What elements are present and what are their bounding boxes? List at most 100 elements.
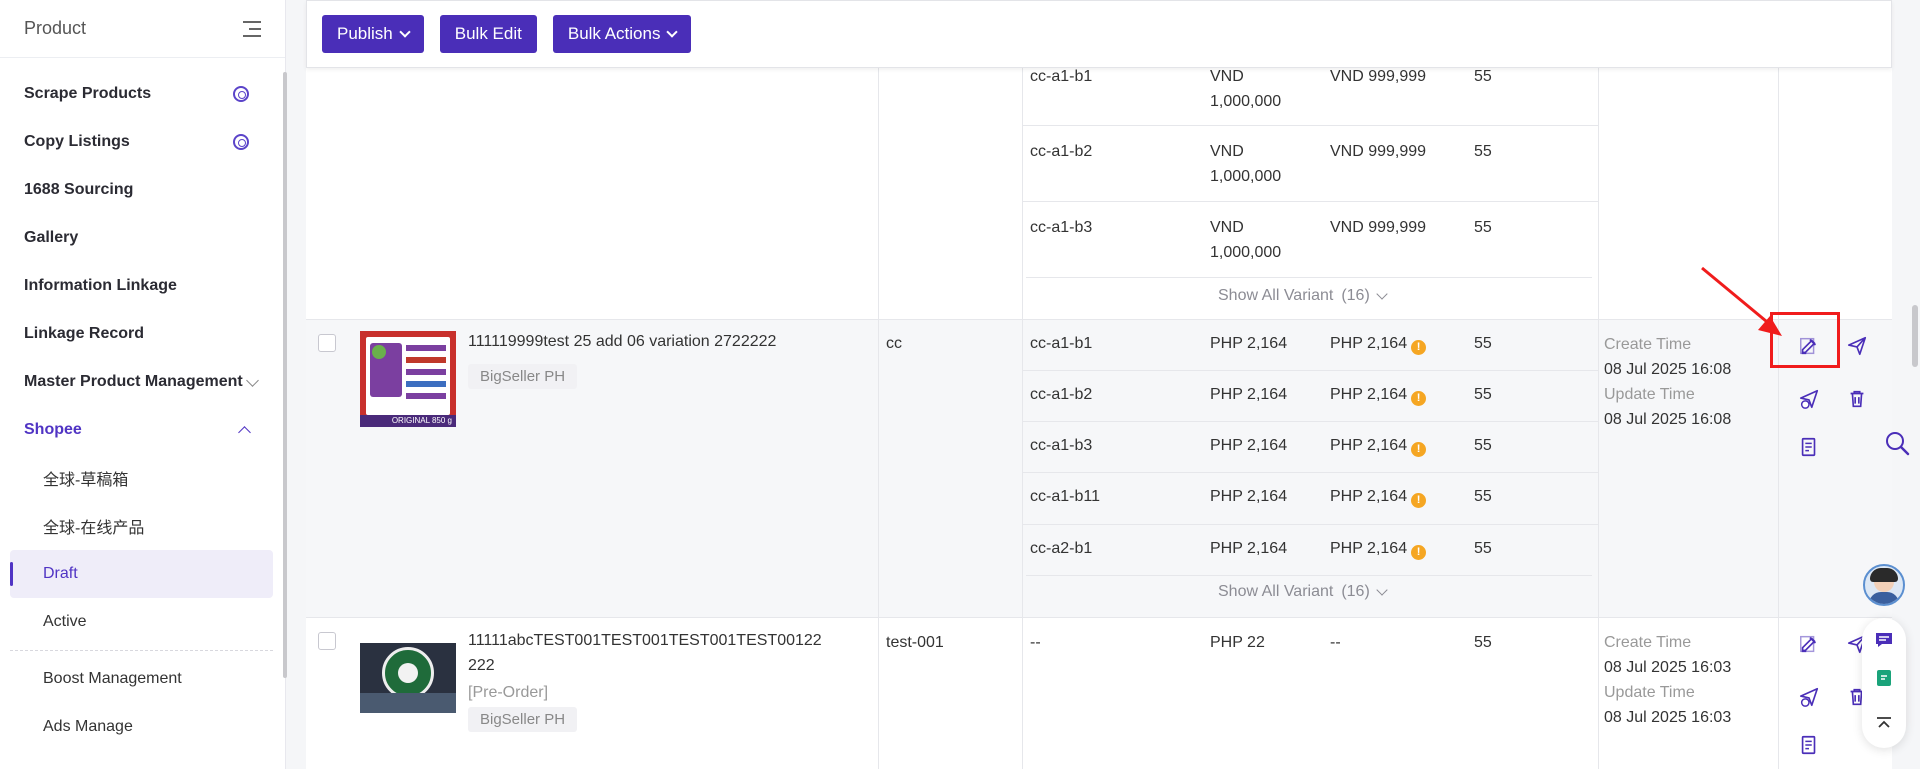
variant-sku: cc-a1-b3: [1030, 437, 1093, 454]
product-title-line1[interactable]: 11111abcTEST001TEST001TEST001TEST00122: [468, 628, 822, 653]
warning-icon[interactable]: !: [1411, 442, 1427, 457]
support-avatar[interactable]: [1863, 564, 1905, 606]
sidebar-item-gallery[interactable]: Gallery: [0, 214, 285, 262]
floating-tools: [1862, 618, 1906, 748]
variant-price: PHP 2,164: [1210, 335, 1288, 352]
sidebar-item-information-linkage[interactable]: Information Linkage: [0, 262, 285, 310]
product-image[interactable]: ORIGINAL 850 g: [360, 331, 456, 427]
image-banner-text: ORIGINAL 850 g: [360, 415, 456, 427]
variant-stock: 55: [1474, 335, 1492, 352]
publish-button[interactable]: Publish: [322, 15, 424, 53]
variant-stock: 55: [1474, 143, 1492, 160]
scheduled-publish-icon[interactable]: [1798, 388, 1820, 410]
row-divider: [1022, 421, 1598, 422]
gear-icon[interactable]: [233, 134, 249, 150]
sidebar-item-master-product-management[interactable]: Master Product Management: [0, 358, 285, 406]
row-divider: [1026, 277, 1592, 278]
nav-label: 1688 Sourcing: [24, 181, 134, 198]
variant-count: (16): [1341, 583, 1370, 600]
row-checkbox[interactable]: [318, 632, 336, 650]
row-divider: [1022, 125, 1598, 126]
store-tag: BigSeller PH: [468, 707, 578, 732]
store-tag: BigSeller PH: [468, 364, 578, 389]
col-divider: [1598, 0, 1599, 769]
row-checkbox[interactable]: [318, 334, 336, 352]
product-image[interactable]: [360, 643, 456, 713]
variant-count: (16): [1341, 287, 1370, 304]
variant-sku: cc-a1-b2: [1030, 143, 1093, 160]
sidebar-nav: Scrape Products Copy Listings 1688 Sourc…: [0, 58, 285, 751]
price-value: PHP 2,164: [1330, 386, 1408, 403]
collapse-menu-icon[interactable]: [241, 20, 261, 37]
variant-price: VND: [1210, 219, 1244, 236]
product-table: cc-a1-b1 VND 1,000,000 VND 999,999 55 cc…: [306, 0, 1892, 769]
search-icon[interactable]: [1884, 430, 1910, 456]
delete-icon[interactable]: [1846, 388, 1868, 410]
variant-sku: --: [1030, 634, 1041, 651]
sidebar-subitem-global-draft[interactable]: 全球-草稿箱: [0, 454, 285, 502]
back-to-top-icon[interactable]: [1874, 714, 1894, 734]
product-title-line2[interactable]: 222: [468, 653, 495, 678]
warning-icon[interactable]: !: [1411, 340, 1427, 355]
sidebar-item-scrape-products[interactable]: Scrape Products: [0, 70, 285, 118]
chat-icon[interactable]: [1874, 630, 1894, 650]
create-time-value: 08 Jul 2025 16:03: [1604, 659, 1732, 676]
row-divider: [306, 319, 1892, 320]
show-all-label: Show All Variant: [1218, 583, 1334, 600]
sidebar-subitem-global-active[interactable]: 全球-在线产品: [0, 502, 285, 550]
sidebar-subitem-active[interactable]: Active: [0, 598, 285, 646]
row-divider: [1022, 370, 1598, 371]
sidebar-subitem-ads-manage[interactable]: Ads Manage: [0, 703, 285, 751]
variant-sku: cc-a1-b2: [1030, 386, 1093, 403]
col-divider: [1778, 0, 1779, 769]
variant-stock: 55: [1474, 437, 1492, 454]
row-divider: [306, 617, 1892, 618]
variant-sku: cc-a1-b3: [1030, 219, 1093, 236]
bulk-edit-button[interactable]: Bulk Edit: [439, 15, 537, 53]
nav-label: Linkage Record: [24, 325, 145, 342]
sidebar-scrollbar[interactable]: [283, 72, 287, 678]
publish-icon[interactable]: [1846, 335, 1868, 357]
show-all-variant-link[interactable]: Show All Variant (16): [1218, 583, 1388, 601]
sidebar-item-shopee[interactable]: Shopee: [0, 406, 285, 454]
variant-sale-price: PHP 2,164!: [1330, 484, 1427, 509]
toolbar: Publish Bulk Edit Bulk Actions: [306, 0, 1892, 68]
variant-sale-price: PHP 2,164!: [1330, 382, 1427, 407]
warning-icon[interactable]: !: [1411, 545, 1427, 560]
gear-icon[interactable]: [233, 86, 249, 102]
nav-label: Scrape Products: [24, 85, 152, 102]
bulk-actions-button[interactable]: Bulk Actions: [552, 15, 692, 53]
update-time-label: Update Time: [1604, 386, 1695, 403]
variant-price: PHP 2,164: [1210, 386, 1288, 403]
log-icon[interactable]: [1798, 734, 1820, 756]
edit-icon[interactable]: [1798, 633, 1820, 655]
variant-stock: 55: [1474, 540, 1492, 557]
chevron-down-icon: [1376, 583, 1388, 596]
sidebar-item-1688-sourcing[interactable]: 1688 Sourcing: [0, 166, 285, 214]
show-all-variant-link[interactable]: Show All Variant (16): [1218, 287, 1388, 305]
sidebar-subitem-boost-management[interactable]: Boost Management: [0, 655, 285, 703]
warning-icon[interactable]: !: [1411, 493, 1427, 508]
variant-price: 1,000,000: [1210, 168, 1282, 185]
warning-icon[interactable]: !: [1411, 391, 1427, 406]
create-time-label: Create Time: [1604, 336, 1692, 353]
scheduled-publish-icon[interactable]: [1798, 686, 1820, 708]
row-divider: [1022, 472, 1598, 473]
price-value: PHP 2,164: [1330, 488, 1408, 505]
col-divider: [1022, 0, 1023, 769]
bulk-edit-label: Bulk Edit: [454, 24, 522, 43]
notebook-icon[interactable]: [1874, 668, 1894, 688]
page-scrollbar[interactable]: [1912, 305, 1918, 367]
product-title[interactable]: 111119999test 25 add 06 variation 272222…: [468, 329, 776, 354]
variant-sku: cc-a2-b1: [1030, 540, 1093, 557]
variant-price: PHP 2,164: [1210, 437, 1288, 454]
sidebar-item-copy-listings[interactable]: Copy Listings: [0, 118, 285, 166]
red-arrow-icon: [1701, 266, 1782, 336]
variant-sale-price: PHP 2,164!: [1330, 433, 1427, 458]
nav-label: Information Linkage: [24, 277, 177, 294]
log-icon[interactable]: [1798, 436, 1820, 458]
sidebar-subitem-draft[interactable]: Draft: [10, 550, 273, 598]
variant-sale-price: VND 999,999: [1330, 143, 1427, 160]
update-time-value: 08 Jul 2025 16:08: [1604, 411, 1732, 428]
sidebar-item-linkage-record[interactable]: Linkage Record: [0, 310, 285, 358]
